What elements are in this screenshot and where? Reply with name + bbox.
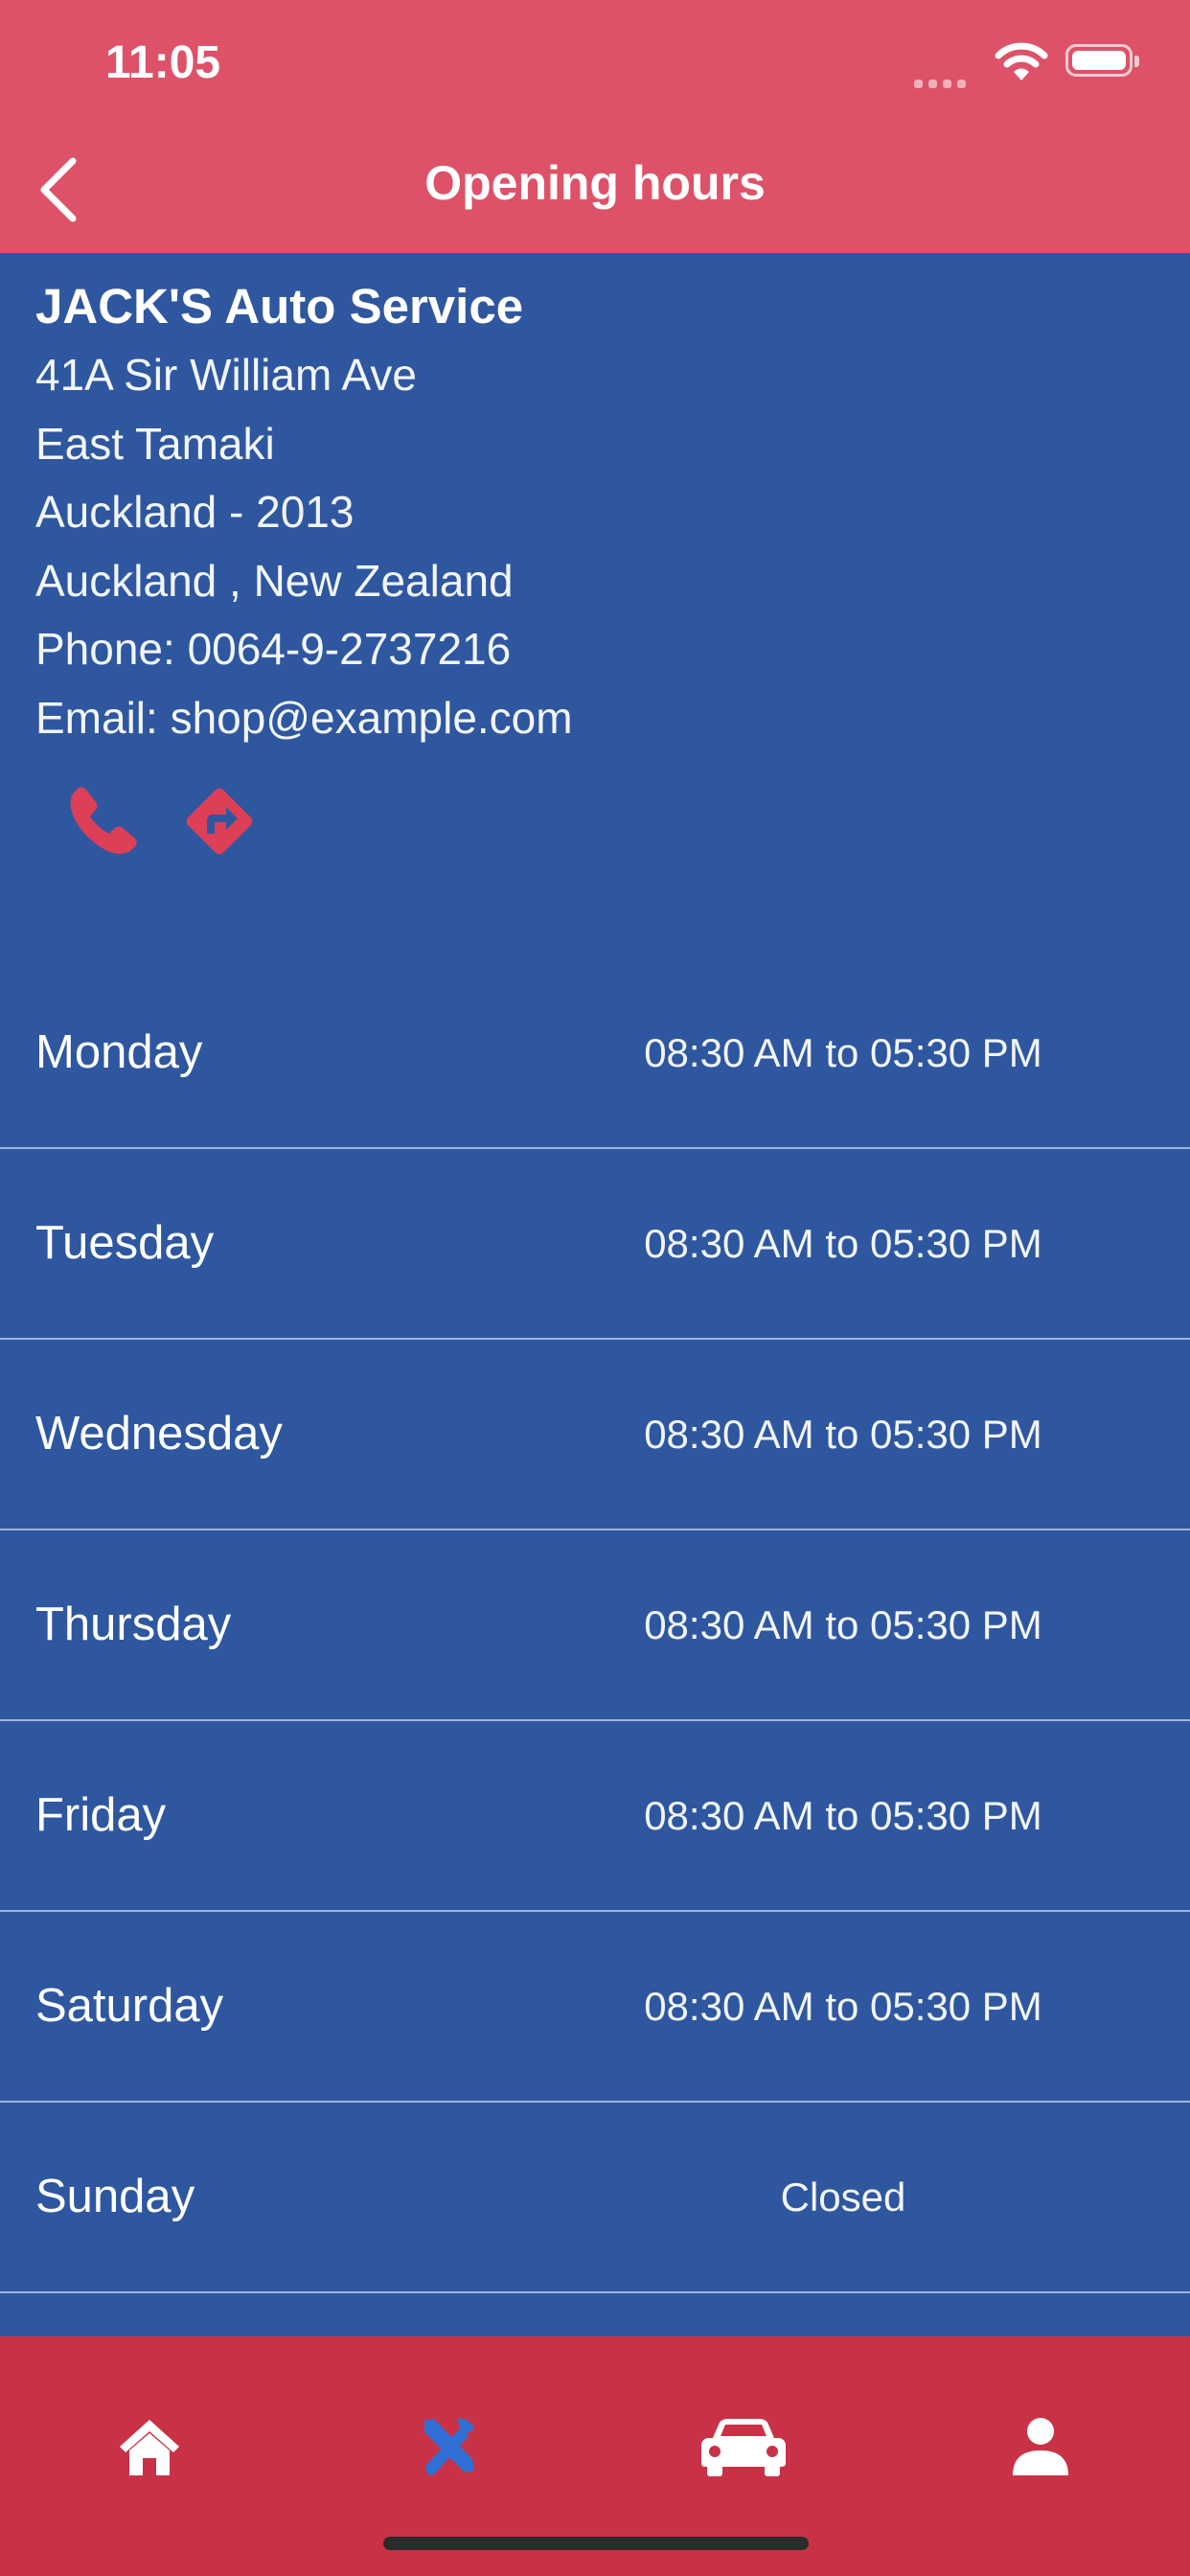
tab-profile[interactable] [973, 2394, 1108, 2499]
hours-row-tuesday: Tuesday 08:30 AM to 05:30 PM [0, 1149, 1190, 1340]
day-label: Friday [35, 1789, 167, 1841]
day-label: Tuesday [35, 1217, 215, 1269]
tab-services[interactable] [379, 2394, 514, 2499]
home-indicator [383, 2537, 809, 2550]
shop-info: JACK'S Auto Service 41A Sir William Ave … [35, 272, 573, 752]
tab-vehicles[interactable] [676, 2394, 811, 2499]
region-country: Auckland , New Zealand [35, 555, 514, 606]
day-label: Monday [35, 1026, 203, 1078]
address-line-2: East Tamaki [35, 418, 275, 469]
day-label: Wednesday [35, 1408, 283, 1460]
hours-value: 08:30 AM to 05:30 PM [644, 1984, 1042, 2029]
hours-row-saturday: Saturday 08:30 AM to 05:30 PM [0, 1912, 1190, 2103]
hours-value: 08:30 AM to 05:30 PM [644, 1030, 1042, 1075]
status-icons [903, 40, 1139, 90]
profile-icon [1013, 2418, 1068, 2475]
hours-value: 08:30 AM to 05:30 PM [644, 1602, 1042, 1647]
day-label: Sunday [35, 2171, 195, 2222]
wifi-icon [995, 42, 1048, 80]
shop-name: JACK'S Auto Service [35, 279, 524, 334]
hours-row-wednesday: Wednesday 08:30 AM to 05:30 PM [0, 1340, 1190, 1530]
hours-value: 08:30 AM to 05:30 PM [644, 1793, 1042, 1838]
city-postcode: Auckland - 2013 [35, 487, 355, 537]
hours-value: Closed [780, 2174, 906, 2220]
hours-value: 08:30 AM to 05:30 PM [644, 1221, 1042, 1266]
hours-value: 08:30 AM to 05:30 PM [644, 1412, 1042, 1457]
directions-icon[interactable] [176, 778, 263, 864]
header: 11:05 Opening hours [0, 0, 1190, 253]
day-label: Saturday [35, 1980, 224, 2032]
phone-icon[interactable] [59, 778, 146, 864]
page-title: Opening hours [424, 156, 766, 210]
opening-hours-list: Monday 08:30 AM to 05:30 PM Tuesday 08:3… [0, 958, 1190, 2293]
status-time: 11:05 [105, 37, 221, 88]
day-label: Thursday [35, 1598, 232, 1650]
hours-row-sunday: Sunday Closed [0, 2103, 1190, 2293]
hours-row-monday: Monday 08:30 AM to 05:30 PM [0, 958, 1190, 1149]
email-address[interactable]: Email: shop@example.com [35, 684, 573, 753]
car-icon [701, 2419, 786, 2476]
signal-icon [914, 73, 972, 88]
hours-row-friday: Friday 08:30 AM to 05:30 PM [0, 1721, 1190, 1912]
address-line-1: 41A Sir William Ave [35, 350, 417, 400]
tab-home[interactable] [82, 2394, 217, 2499]
battery-icon [1065, 44, 1139, 77]
home-icon [120, 2420, 179, 2475]
phone-number[interactable]: Phone: 0064-9-2737216 [35, 615, 573, 684]
hours-row-thursday: Thursday 08:30 AM to 05:30 PM [0, 1530, 1190, 1721]
tools-icon [424, 2418, 474, 2475]
